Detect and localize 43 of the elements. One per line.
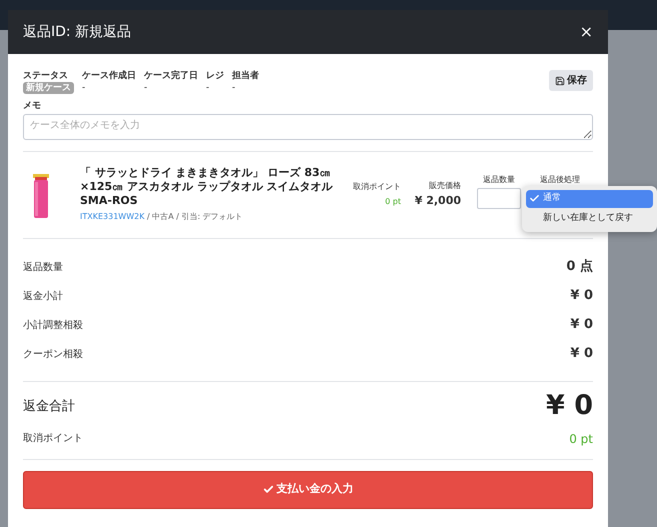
quantity-label: 返品数量 [483,174,515,186]
check-icon [262,484,274,495]
cancel-points-value: 0 pt [385,196,401,208]
cancel-points-label: 取消ポイント [353,181,401,193]
save-button[interactable]: 保存 [549,70,593,91]
sku-link[interactable]: ITXKE331WW2K [80,212,144,221]
info-label: ケース完了日 [144,70,198,82]
summary-value: ¥ 0 [570,316,593,334]
menu-option[interactable]: 新しい在庫として戻す [526,210,653,228]
info-value: - [144,82,148,94]
status-badge: 新規ケース [23,82,74,94]
save-icon [555,76,565,86]
info-label: ステータス [23,70,69,82]
disposition-label: 返品後処理 [540,174,580,186]
product-details: / 中古A / 引当: デフォルト [147,212,243,221]
summary-label: クーポン相殺 [23,348,83,362]
menu-option[interactable]: 通常 [526,190,653,208]
summary-value: 0 点 [566,258,593,276]
info-value: - [206,82,210,94]
summary-value: ¥ 0 [570,345,593,364]
modal-title: 返品ID: 新規返品 [23,22,132,42]
summary-label: 小計調整相殺 [23,318,83,332]
total-value: ¥ 0 [546,389,593,424]
memo-field[interactable]: ケース全体のメモを入力 [23,114,593,140]
info-label: レジ [206,70,224,82]
info-label: ケース作成日 [82,70,136,82]
total-label: 返金合計 [23,398,75,416]
summary-label: 返品数量 [23,260,63,274]
summary-value: ¥ 0 [570,287,593,306]
price-label: 販売価格 [429,180,461,192]
points-value: 0 pt [569,430,593,448]
info-value: - [82,82,86,94]
price-value: ¥ 2,000 [414,192,461,209]
info-value: - [232,82,236,94]
memo-label: メモ [23,100,42,113]
product-name: 「 サラッとドライ まきまきタオル」 ローズ 83㎝ ×125㎝ アスカタオル ラップタオル スイムタオル SMA-ROS [80,166,334,208]
payment-button[interactable]: 支払い金の入力 [23,470,593,508]
close-button[interactable]: × [580,24,593,40]
points-label: 取消ポイント [23,432,83,446]
check-icon [529,193,540,204]
info-label: 担当者 [232,70,259,82]
summary-label: 返金小計 [23,290,63,304]
quantity-field[interactable] [477,188,521,209]
